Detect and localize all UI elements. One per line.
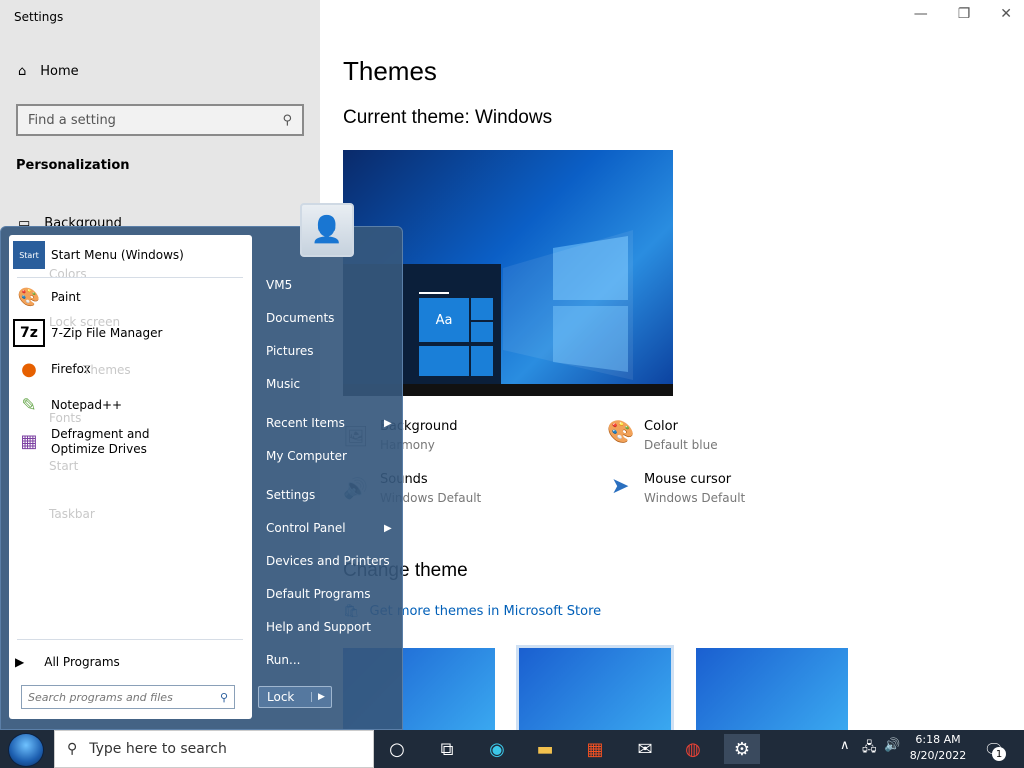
attr-value: Windows Default [644,491,746,505]
clock[interactable]: 6:18 AM 8/20/2022 [906,732,970,764]
clock-date: 8/20/2022 [909,749,967,762]
program-7zip[interactable]: 7z 7-Zip File Manager [13,319,247,347]
home-label: Home [40,64,79,79]
start-item-music[interactable]: Music [266,377,300,391]
start-item-vm5[interactable]: VM5 [266,278,292,292]
find-setting-input[interactable]: Find a setting ⚲ [16,104,304,136]
file-explorer-icon[interactable]: ▬ [530,734,560,764]
start-item-help-support[interactable]: Help and Support [266,620,371,634]
chevron-up-icon[interactable]: ∧ [840,738,850,753]
start-item-settings[interactable]: Settings [266,488,315,502]
attr-value: Default blue [644,438,718,452]
chevron-right-icon: ▶ [384,418,392,429]
program-label: 7-Zip File Manager [51,326,163,340]
chevron-right-icon: ▶ [15,655,25,669]
search-programs-placeholder: Search programs and files [28,690,173,704]
network-icon[interactable]: 🖧 [862,738,877,760]
home-icon: ⌂ [18,64,27,79]
theme-attr-mouse-cursor[interactable]: Mouse cursor Windows Default [644,472,745,505]
program-start-menu[interactable]: Start Start Menu (Windows) [13,241,247,269]
cursor-icon: ➤ [611,474,630,499]
mail-icon[interactable]: ✉ [630,734,660,764]
volume-icon[interactable]: 🔊 [884,738,900,753]
current-theme-heading: Current theme: Windows [343,107,553,128]
store-icon[interactable]: ▦ [580,734,610,764]
program-label: Notepad++ [51,398,123,412]
ghost-nav-start: Start [49,459,79,473]
program-defrag[interactable]: ▦ Defragment and Optimize Drives [13,427,247,457]
preview-sample-text: Aa [419,298,469,342]
notification-center-button[interactable]: 🗨 1 [980,735,1008,763]
cortana-icon[interactable]: ○ [382,734,412,764]
ghost-nav-themes: Themes [83,363,131,377]
palette-icon: 🎨 [607,420,635,445]
settings-gear-icon[interactable]: ⚙ [724,734,760,764]
start-menu-icon: Start [13,241,45,269]
start-item-pictures[interactable]: Pictures [266,344,314,358]
defrag-icon: ▦ [20,430,38,452]
paint-icon: 🎨 [17,286,41,308]
user-icon: 👤 [310,215,344,245]
ghost-nav-fonts: Fonts [49,411,82,425]
all-programs[interactable]: ▶ All Programs [15,655,120,669]
start-item-documents[interactable]: Documents [266,311,334,325]
search-icon: ⚲ [67,741,78,757]
start-menu: Start Start Menu (Windows) Colors 🎨 Pain… [0,226,403,730]
chevron-right-icon: ▶ [384,523,392,534]
start-programs-pane: Start Start Menu (Windows) Colors 🎨 Pain… [9,235,252,719]
close-icon[interactable]: ✕ [1000,6,1012,22]
attr-title: Color [644,419,678,434]
window-controls: — ❐ ✕ [914,6,1012,22]
attr-title: Mouse cursor [644,472,732,487]
notepadpp-icon: ✎ [21,394,37,416]
theme-thumbnail[interactable] [696,648,848,730]
ghost-nav-colors: Colors [49,267,87,281]
start-item-run[interactable]: Run... [266,653,300,667]
firefox-icon: ● [21,358,37,380]
store-link-label: Get more themes in Microsoft Store [369,604,602,619]
start-orb-button[interactable] [8,733,44,767]
divider [17,639,243,640]
taskbar-search[interactable]: ⚲ Type here to search [54,730,374,768]
restore-icon[interactable]: ❐ [958,6,971,22]
desktop: Settings ⌂ Home Find a setting ⚲ Persona… [0,0,1024,768]
find-setting-placeholder: Find a setting [28,112,116,128]
lock-button[interactable]: Lock ▶ [258,686,332,708]
user-avatar[interactable]: 👤 [300,203,354,257]
program-label: Defragment and Optimize Drives [51,427,150,456]
start-item-default-programs[interactable]: Default Programs [266,587,371,601]
task-view-icon[interactable]: ⧉ [432,734,462,764]
all-programs-label: All Programs [44,655,120,669]
notification-count-badge: 1 [992,747,1006,761]
theme-thumbnail[interactable] [516,645,674,733]
search-icon: ⚲ [282,112,292,128]
chevron-right-icon[interactable]: ▶ [311,692,331,702]
program-label: Start Menu (Windows) [51,248,184,262]
section-heading: Personalization [16,158,130,173]
7zip-icon: 7z [13,319,45,347]
home-nav-item[interactable]: ⌂ Home [18,64,79,79]
start-item-devices-printers[interactable]: Devices and Printers [266,554,390,568]
search-programs-input[interactable]: Search programs and files ⚲ [21,685,235,709]
edge-icon[interactable]: ◉ [482,734,512,764]
start-item-my-computer[interactable]: My Computer [266,449,347,463]
window-title: Settings [14,10,64,24]
lock-label: Lock [267,690,295,704]
page-title: Themes [343,56,437,86]
start-item-recent-items[interactable]: Recent Items [266,416,345,430]
theme-attr-color[interactable]: Color Default blue [644,419,718,452]
ghost-nav-taskbar: Taskbar [49,507,95,521]
start-item-control-panel[interactable]: Control Panel [266,521,346,535]
program-label: Paint [51,290,81,304]
divider [17,277,243,278]
chrome-icon[interactable]: ◍ [678,734,708,764]
program-paint[interactable]: 🎨 Paint [13,283,247,311]
minimize-icon[interactable]: — [914,6,928,22]
taskbar-search-placeholder: Type here to search [89,741,227,757]
search-icon: ⚲ [219,690,228,704]
clock-time: 6:18 AM [915,733,961,746]
